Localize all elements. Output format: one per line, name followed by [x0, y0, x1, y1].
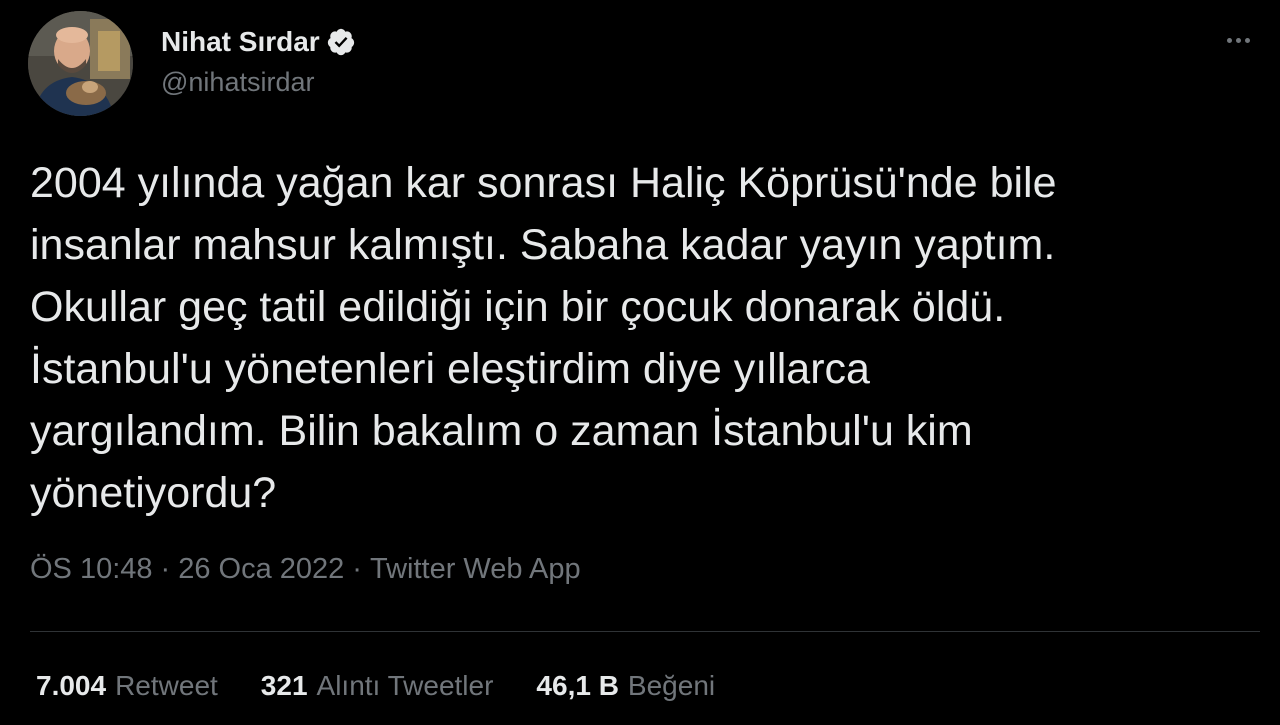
tweet-text-line: 2004 yılında yağan kar sonrası Haliç Köp…	[30, 159, 1057, 207]
tweet-text: 2004 yılında yağan kar sonrası Haliç Köp…	[30, 152, 1250, 524]
divider	[30, 631, 1260, 632]
author-handle[interactable]: @nihatsirdar	[161, 67, 314, 98]
tweet-text-line: insanlar mahsur kalmıştı. Sabaha kadar y…	[30, 221, 1056, 269]
tweet-text-line: Okullar geç tatil edildiği için bir çocu…	[30, 283, 1006, 331]
quotes-count: 321	[260, 670, 308, 701]
more-options-icon[interactable]	[1216, 22, 1260, 58]
more-dot	[1226, 37, 1232, 43]
meta-separator: ·	[160, 553, 171, 585]
tweet-date[interactable]: 26 Oca 2022	[178, 553, 344, 585]
more-dot	[1235, 37, 1241, 43]
retweets-stat[interactable]: 7.004 Retweet	[36, 670, 218, 702]
avatar-image	[28, 11, 133, 116]
verified-badge-icon	[326, 27, 356, 57]
tweet-text-line: İstanbul'u yönetenleri eleştirdim diye y…	[30, 345, 870, 393]
tweet-time[interactable]: ÖS 10:48	[30, 553, 153, 585]
retweets-count: 7.004	[36, 670, 107, 701]
author-avatar[interactable]	[28, 11, 133, 116]
tweet-card: Nihat Sırdar @nihatsirdar 2004 yılında y…	[0, 0, 1280, 725]
likes-count: 46,1 B	[536, 670, 619, 701]
tweet-stats: 7.004 Retweet 321 Alıntı Tweetler 46,1 B…	[36, 670, 758, 702]
quotes-stat[interactable]: 321 Alıntı Tweetler	[261, 670, 494, 702]
author-name-row[interactable]: Nihat Sırdar	[161, 24, 356, 60]
likes-label: Beğeni	[627, 670, 716, 701]
more-dot	[1244, 37, 1250, 43]
tweet-text-line: yönetiyordu?	[30, 469, 277, 517]
meta-separator: ·	[352, 553, 362, 585]
tweet-meta: ÖS 10:48 · 26 Oca 2022 · Twitter Web App	[30, 553, 581, 586]
author-name[interactable]: Nihat Sırdar	[161, 26, 320, 58]
quotes-label: Alıntı Tweetler	[316, 670, 494, 701]
likes-stat[interactable]: 46,1 B Beğeni	[536, 670, 715, 702]
tweet-text-line: yargılandım. Bilin bakalım o zaman İstan…	[30, 407, 973, 455]
retweets-label: Retweet	[115, 670, 218, 701]
tweet-source[interactable]: Twitter Web App	[370, 553, 581, 585]
